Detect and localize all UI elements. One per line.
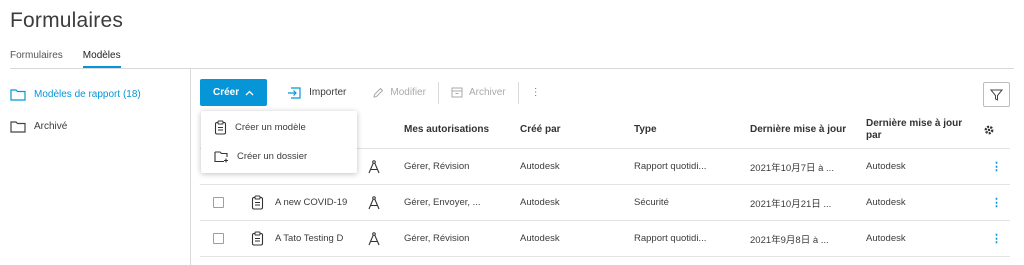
column-header-permissions[interactable]: Mes autorisations bbox=[404, 113, 489, 147]
tab-forms[interactable]: Formulaires bbox=[10, 50, 63, 68]
create-dropdown-menu: Créer un modèle Créer un dossier bbox=[201, 111, 357, 173]
settings-icon bbox=[984, 125, 994, 135]
last-updated-cell: 2021年9月8日 à ... bbox=[750, 234, 829, 246]
table-row[interactable]: A new COVID-19 Gérer, Envoyer, ... Autod… bbox=[200, 184, 1010, 219]
filter-button[interactable] bbox=[983, 82, 1010, 107]
import-icon bbox=[288, 86, 301, 99]
template-icon bbox=[214, 120, 227, 135]
toolbar-separator bbox=[437, 81, 439, 104]
folder-icon bbox=[10, 120, 26, 133]
menu-item-create-folder[interactable]: Créer un dossier bbox=[201, 142, 357, 171]
archive-button[interactable]: Archiver bbox=[441, 79, 516, 106]
menu-item-create-template[interactable]: Créer un modèle bbox=[201, 113, 357, 142]
column-header-type[interactable]: Type bbox=[634, 113, 657, 147]
import-button[interactable]: Importer bbox=[277, 79, 356, 106]
menu-item-label: Créer un modèle bbox=[235, 122, 306, 133]
import-label: Importer bbox=[309, 87, 347, 98]
sidebar: Modèles de rapport (18) Archivé bbox=[10, 84, 190, 148]
type-cell: Rapport quotidi... bbox=[634, 161, 707, 172]
created-by-cell: Autodesk bbox=[520, 161, 560, 172]
sidebar-item-report-templates[interactable]: Modèles de rapport (18) bbox=[10, 84, 190, 104]
last-updated-cell: 2021年10月7日 à ... bbox=[750, 162, 834, 174]
column-header-created-by[interactable]: Créé par bbox=[520, 113, 561, 147]
tab-templates[interactable]: Modèles bbox=[82, 50, 121, 68]
row-menu-button[interactable]: ⋮ bbox=[991, 221, 1002, 256]
column-header-last-updated[interactable]: Dernière mise à jour bbox=[750, 113, 850, 147]
row-checkbox[interactable] bbox=[213, 185, 224, 220]
last-updated-by-cell: Autodesk bbox=[866, 233, 906, 244]
toolbar-separator bbox=[517, 81, 519, 104]
permissions-cell: Gérer, Envoyer, ... bbox=[404, 197, 481, 208]
more-actions-button[interactable]: ⋮ bbox=[521, 79, 551, 106]
created-by-cell: Autodesk bbox=[520, 197, 560, 208]
row-menu-button[interactable]: ⋮ bbox=[991, 149, 1002, 184]
edit-button[interactable]: Modifier bbox=[362, 79, 436, 106]
row-checkbox[interactable] bbox=[213, 221, 224, 256]
template-name-link[interactable]: A Tato Testing D bbox=[275, 221, 361, 256]
column-header-last-updated-by[interactable]: Dernière mise à jour par bbox=[866, 113, 966, 147]
compass-icon bbox=[367, 185, 385, 220]
sidebar-item-label: Archivé bbox=[34, 120, 68, 132]
filter-icon bbox=[990, 89, 1003, 101]
created-by-cell: Autodesk bbox=[520, 233, 560, 244]
permissions-cell: Gérer, Révision bbox=[404, 233, 470, 244]
create-button-label: Créer bbox=[213, 87, 240, 98]
last-updated-by-cell: Autodesk bbox=[866, 197, 906, 208]
archive-label: Archiver bbox=[468, 87, 506, 98]
sidebar-item-label: Modèles de rapport (18) bbox=[34, 88, 141, 100]
compass-icon bbox=[367, 221, 385, 256]
new-folder-icon bbox=[214, 151, 228, 163]
type-cell: Sécurité bbox=[634, 197, 669, 208]
folder-icon bbox=[10, 88, 26, 101]
table-bottom-border bbox=[200, 256, 1010, 257]
row-menu-button[interactable]: ⋮ bbox=[991, 185, 1002, 220]
archive-icon bbox=[451, 87, 463, 98]
last-updated-cell: 2021年10月21日 ... bbox=[750, 198, 832, 210]
chevron-up-icon bbox=[245, 90, 254, 95]
tabs-divider bbox=[10, 68, 1014, 69]
tab-bar: Formulaires Modèles bbox=[10, 50, 121, 68]
sidebar-item-archived[interactable]: Archivé bbox=[10, 116, 190, 136]
pencil-icon bbox=[373, 87, 384, 98]
toolbar: Créer Importer Modifier Archiver ⋮ bbox=[200, 79, 551, 106]
template-name-link[interactable]: A new COVID-19 bbox=[275, 185, 361, 220]
last-updated-by-cell: Autodesk bbox=[866, 161, 906, 172]
menu-item-label: Créer un dossier bbox=[237, 151, 308, 162]
compass-icon bbox=[367, 149, 385, 184]
template-icon bbox=[251, 185, 264, 220]
create-button[interactable]: Créer bbox=[200, 79, 268, 106]
permissions-cell: Gérer, Révision bbox=[404, 161, 470, 172]
page-title: Formulaires bbox=[10, 9, 124, 32]
column-settings-button[interactable] bbox=[983, 113, 995, 147]
sidebar-divider bbox=[190, 69, 191, 265]
template-icon bbox=[251, 221, 264, 256]
type-cell: Rapport quotidi... bbox=[634, 233, 707, 244]
edit-label: Modifier bbox=[390, 87, 426, 98]
table-row[interactable]: A Tato Testing D Gérer, Révision Autodes… bbox=[200, 220, 1010, 255]
